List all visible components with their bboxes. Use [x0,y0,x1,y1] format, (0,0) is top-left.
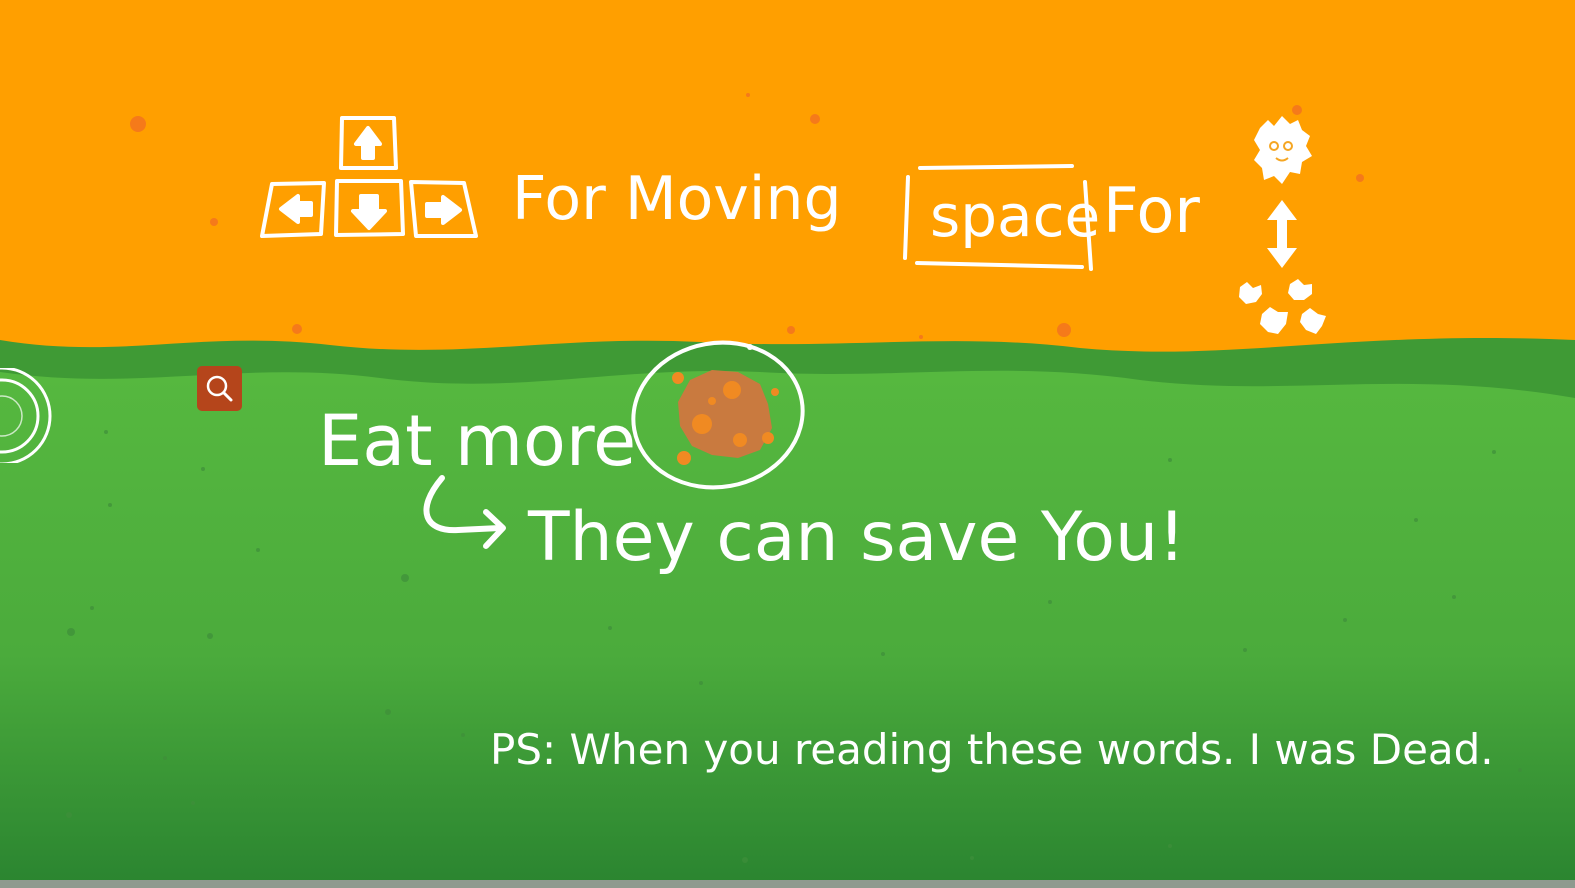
search-icon [206,375,233,402]
grass-field [0,370,1575,888]
tutorial-scene: For Moving space For Eat more They can s… [0,0,1575,888]
ps-note-text: PS: When you reading these words. I was … [490,725,1494,774]
bottom-bar [0,880,1575,888]
eat-instruction-text: Eat more [318,400,636,482]
move-instruction-text: For Moving [512,164,842,234]
space-key-label: space [930,182,1100,250]
search-button[interactable] [197,366,242,411]
save-instruction-text: They can save You! [527,498,1185,577]
space-instruction-text: For [1103,174,1200,247]
concentric-ring-icon[interactable] [0,366,52,466]
game-stage[interactable]: For Moving space For Eat more They can s… [0,0,1575,888]
